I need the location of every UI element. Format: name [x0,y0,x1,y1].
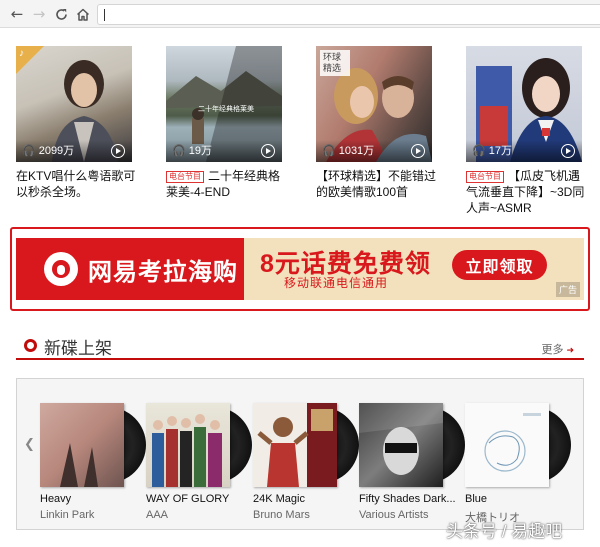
playlist-title[interactable]: 电台节目 二十年经典格莱美-4-END [166,168,288,200]
ad-label: 广告 [555,282,580,297]
play-icon[interactable] [111,144,125,158]
album-artist[interactable]: AAA [146,509,256,521]
playlist-title[interactable]: 在KTV唱什么粤语歌可以秒杀全场。 [16,168,138,200]
more-link[interactable]: 更多 ➜ [541,341,574,357]
playlist-cover[interactable]: 🎧 17万 [466,46,582,162]
play-count: 🎧 1031万 [322,144,375,158]
section-circle-icon [24,339,37,352]
album-artist[interactable]: Linkin Park [40,509,150,521]
banner-brand: 网易考拉海购 [88,258,238,286]
playlist-cover[interactable]: ♪ 🎧 2099万 [16,46,132,162]
new-albums-header: 新碟上架 更多 ➜ [16,333,584,360]
forward-arrow-icon[interactable]: → [29,4,49,24]
album-cover[interactable] [359,403,443,487]
banner-offer-area: 8元话费免费领 移动联通电信通用 立即领取 广告 [244,238,584,300]
album-name[interactable]: Fifty Shades Dark... [359,493,469,505]
playlist-card[interactable]: 🎧 17万 电台节目 【瓜皮飞机遇气流垂直下降】~3D同人声~ASMR [466,46,584,216]
album-name[interactable]: Heavy [40,493,150,505]
headphones-icon: 🎧 [22,144,36,157]
section-title: 新碟上架 [44,339,112,358]
playlist-title[interactable]: 【环球精选】不能错过的欧美情歌100首 [316,168,438,200]
playlist-cover[interactable]: 环球精选 🎧 1031万 [316,46,432,162]
play-count: 🎧 2099万 [22,144,75,158]
ad-banner[interactable]: 网易考拉海购 8元话费免费领 移动联通电信通用 立即领取 广告 [10,227,590,311]
play-icon[interactable] [261,144,275,158]
headphones-icon: 🎧 [172,144,186,157]
play-count: 🎧 17万 [472,144,512,158]
playlist-card[interactable]: ♪ 🎧 2099万 在KTV唱什么粤语歌可以秒杀全场。 [16,46,135,200]
banner-subline: 移动联通电信通用 [284,276,389,290]
playlist-card[interactable]: 二十年经典格莱美 🎧 19万 电台节目 二十年经典格莱美-4-END [166,46,282,200]
play-count: 🎧 19万 [172,144,212,158]
radio-tag: 电台节目 [166,171,204,183]
text-caret [104,9,105,21]
album-carousel: ❮ ❯ Heavy Linkin Park WAY OF GLORY AAA [16,378,584,530]
playlist-cover[interactable]: 二十年经典格莱美 🎧 19万 [166,46,282,162]
browser-toolbar: ← → [0,0,600,28]
playlist-title[interactable]: 电台节目 【瓜皮飞机遇气流垂直下降】~3D同人声~ASMR [466,168,588,216]
cover-caption: 二十年经典格莱美 [198,106,254,113]
banner-brand-area: 网易考拉海购 [16,238,242,300]
album-cover[interactable] [253,403,337,487]
play-icon[interactable] [411,144,425,158]
claim-button[interactable]: 立即领取 [452,250,547,280]
album-artist[interactable]: Bruno Mars [253,509,363,521]
album-name[interactable]: 24K Magic [253,493,363,505]
headphones-icon: 🎧 [472,144,486,157]
album-cover[interactable] [146,403,230,487]
headphones-icon: 🎧 [322,144,336,157]
play-icon[interactable] [561,144,575,158]
radio-tag: 电台节目 [466,171,504,183]
carousel-prev-icon[interactable]: ❮ [24,437,35,452]
reload-icon[interactable] [51,4,71,24]
playlist-card[interactable]: 环球精选 🎧 1031万 【环球精选】不能错过的欧美情歌100首 [316,46,436,200]
album-name[interactable]: WAY OF GLORY [146,493,256,505]
back-arrow-icon[interactable]: ← [7,4,27,24]
badge-icon: ♪ [19,48,24,59]
home-icon[interactable] [73,4,93,24]
arrow-right-icon: ➜ [566,345,574,355]
koala-logo-icon [44,252,78,286]
address-bar[interactable] [97,4,600,25]
album-cover[interactable] [40,403,124,487]
watermark: 头条号 / 易趣吧 [446,522,563,541]
collection-label: 环球精选 [320,50,350,76]
album-name[interactable]: Blue [465,493,575,505]
album-cover[interactable] [465,403,549,487]
